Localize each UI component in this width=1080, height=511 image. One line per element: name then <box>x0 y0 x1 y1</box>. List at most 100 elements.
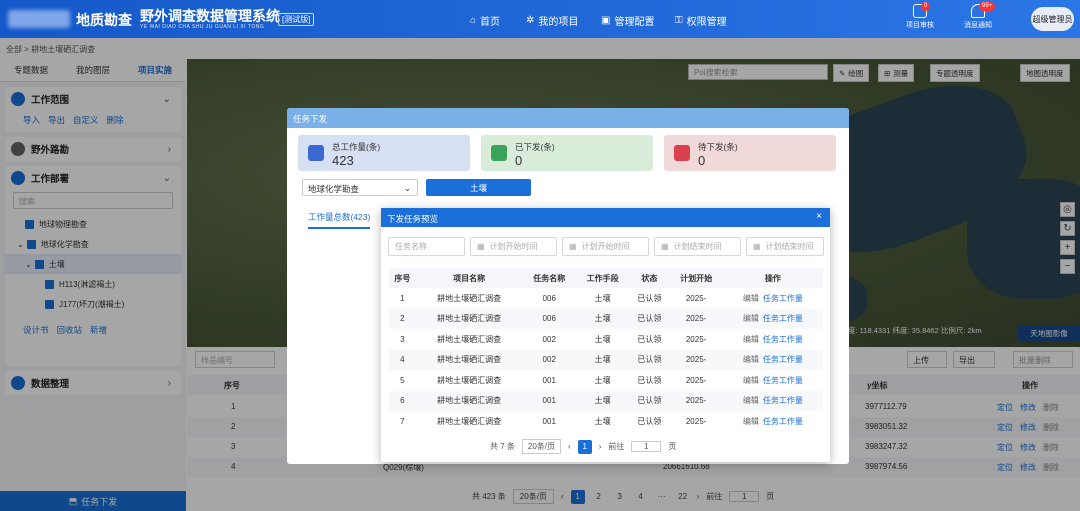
task-workload-link[interactable]: 任务工作量 <box>763 376 803 385</box>
table-cell: 土壤 <box>575 390 630 411</box>
goto-label: 前往 <box>608 442 625 451</box>
version-tag: [测试版] <box>278 13 315 26</box>
table-cell: 2025- <box>669 349 723 370</box>
nav-my-projects[interactable]: ✲ 我的项目 <box>526 13 578 28</box>
table-cell: 耕地土壤硒汇调查 <box>437 334 502 344</box>
pending-icon <box>674 145 690 161</box>
goto-page-input[interactable]: 1 <box>631 441 662 452</box>
prev-page[interactable]: ‹ <box>568 442 571 451</box>
table-cell: 已认领 <box>637 416 662 426</box>
plan-end-to[interactable]: ▦ 计划结束时间 <box>746 237 824 256</box>
col-header: 序号 <box>389 268 416 288</box>
table-cell: 耕地土壤硒汇调查 <box>415 390 523 411</box>
home-icon: ⌂ <box>470 15 477 26</box>
table-cell: 耕地土壤硒汇调查 <box>415 308 523 329</box>
task-workload-link[interactable]: 任务工作量 <box>763 417 803 426</box>
soil-button[interactable]: 土壤 <box>426 179 531 196</box>
row-actions: 编辑 任务工作量 <box>723 411 823 432</box>
row-actions: 编辑 任务工作量 <box>723 329 823 350</box>
edit-link[interactable]: 编辑 <box>743 417 759 426</box>
table-cell: 已认领 <box>637 334 662 344</box>
page-1[interactable]: 1 <box>577 439 592 454</box>
top-header: 地质勘查 野外调查数据管理系统 YE WAI DIAO CHA SHU JU G… <box>0 0 1080 38</box>
col-header: 工作手段 <box>575 268 630 288</box>
plan-start-to[interactable]: ▦ 计划开始时间 <box>562 237 649 256</box>
review-count-badge: 0 <box>921 2 931 11</box>
table-cell: 4 <box>389 349 416 370</box>
table-cell: 已认领 <box>629 390 670 411</box>
survey-type-select[interactable]: 地球化学勘查 ⌄ <box>302 179 418 196</box>
edit-link[interactable]: 编辑 <box>743 335 759 344</box>
chevron-down-icon: ⌄ <box>403 183 411 193</box>
table-cell: 6 <box>389 390 416 411</box>
table-cell: 006 <box>522 308 576 329</box>
row-actions: 编辑 任务工作量 <box>722 308 823 329</box>
col-header: 状态 <box>629 268 670 288</box>
table-cell: 2025- <box>669 390 723 411</box>
table-cell: 2025- <box>685 375 707 385</box>
table-cell: 001 <box>542 375 556 385</box>
table-cell: 土壤 <box>575 349 630 370</box>
send-icon <box>491 145 507 161</box>
table-row: 2 耕地土壤硒汇调查 006 土壤 已认领 2025- 编辑 任务工作量 <box>389 308 823 329</box>
task-workload-link[interactable]: 任务工作量 <box>763 355 803 364</box>
table-cell: 土壤 <box>594 334 611 344</box>
dispatch-preview-dialog: 下发任务预览 × 任务名称 ▦ 计划开始时间 ▦ 计划开始时间 ▦ 计划结束时间 ▦ 计划… <box>381 208 830 462</box>
dialog-title: 下发任务预览 <box>387 214 439 224</box>
document-icon <box>308 145 324 161</box>
tab-total-workload[interactable]: 工作量总数(423) <box>308 211 371 229</box>
key-icon: ⚿ <box>675 15 683 26</box>
table-cell: 5 <box>400 375 405 385</box>
calendar-icon: ▦ <box>661 242 669 251</box>
brand-name: 地质勘查 <box>76 12 132 28</box>
edit-link[interactable]: 编辑 <box>743 294 759 303</box>
project-review[interactable]: 0 项目审核 <box>905 2 935 30</box>
table-cell: 土壤 <box>594 416 611 426</box>
edit-link[interactable]: 编辑 <box>743 314 759 323</box>
table-cell: 已认领 <box>637 293 662 303</box>
calendar-icon: ▦ <box>569 242 577 251</box>
table-cell: 耕地土壤硒汇调查 <box>437 293 502 303</box>
logo <box>8 10 70 28</box>
page-unit: 页 <box>668 442 677 451</box>
col-header: 操作 <box>722 268 823 288</box>
edit-link[interactable]: 编辑 <box>743 355 759 364</box>
system-title: 野外调查数据管理系统 <box>140 8 280 24</box>
table-cell: 001 <box>542 416 556 426</box>
page-size-select[interactable]: 20条/页 <box>521 439 562 454</box>
nav-permission[interactable]: ⚿ 权限管理 <box>675 13 727 28</box>
task-workload-link[interactable]: 任务工作量 <box>763 335 803 344</box>
table-cell: 2025- <box>685 416 707 426</box>
task-workload-link[interactable]: 任务工作量 <box>763 314 803 323</box>
edit-link[interactable]: 编辑 <box>743 376 759 385</box>
row-actions: 编辑 任务工作量 <box>722 349 823 370</box>
notification-count-badge: 99+ <box>979 2 996 11</box>
table-cell: 006 <box>542 293 556 303</box>
edit-link[interactable]: 编辑 <box>743 396 759 405</box>
task-name-filter[interactable]: 任务名称 <box>388 237 465 256</box>
total-workload-card: 总工作量(条) 423 <box>298 135 470 171</box>
user-menu[interactable]: 超级管理员 <box>1031 7 1074 31</box>
table-cell: 1 <box>400 293 405 303</box>
nav-config[interactable]: ▣ 管理配置 <box>601 13 654 28</box>
plan-start-from[interactable]: ▦ 计划开始时间 <box>470 237 557 256</box>
task-workload-link[interactable]: 任务工作量 <box>763 396 803 405</box>
table-cell: 已认领 <box>629 308 670 329</box>
table-cell: 已认领 <box>629 349 670 370</box>
table-cell: 土壤 <box>594 375 611 385</box>
table-cell: 耕地土壤硒汇调查 <box>415 349 523 370</box>
projects-icon: ✲ <box>526 15 535 26</box>
row-actions: 编辑 任务工作量 <box>723 370 823 391</box>
close-icon[interactable]: × <box>816 211 822 222</box>
table-cell: 土壤 <box>594 293 611 303</box>
preview-pagination: 共 7 条 20条/页 ‹ 1 › 前往 1 页 <box>490 439 676 454</box>
plan-end-from[interactable]: ▦ 计划结束时间 <box>654 237 741 256</box>
notifications[interactable]: 99+ 消息通知 <box>963 2 996 30</box>
task-workload-link[interactable]: 任务工作量 <box>763 294 803 303</box>
col-header: 任务名称 <box>522 268 576 288</box>
table-cell: 002 <box>542 334 556 344</box>
table-row: 3 耕地土壤硒汇调查 002 土壤 已认领 2025- 编辑 任务工作量 <box>389 329 823 350</box>
nav-home[interactable]: ⌂ 首页 <box>470 13 500 28</box>
col-header: 计划开始 <box>669 268 723 288</box>
next-page[interactable]: › <box>599 442 602 451</box>
